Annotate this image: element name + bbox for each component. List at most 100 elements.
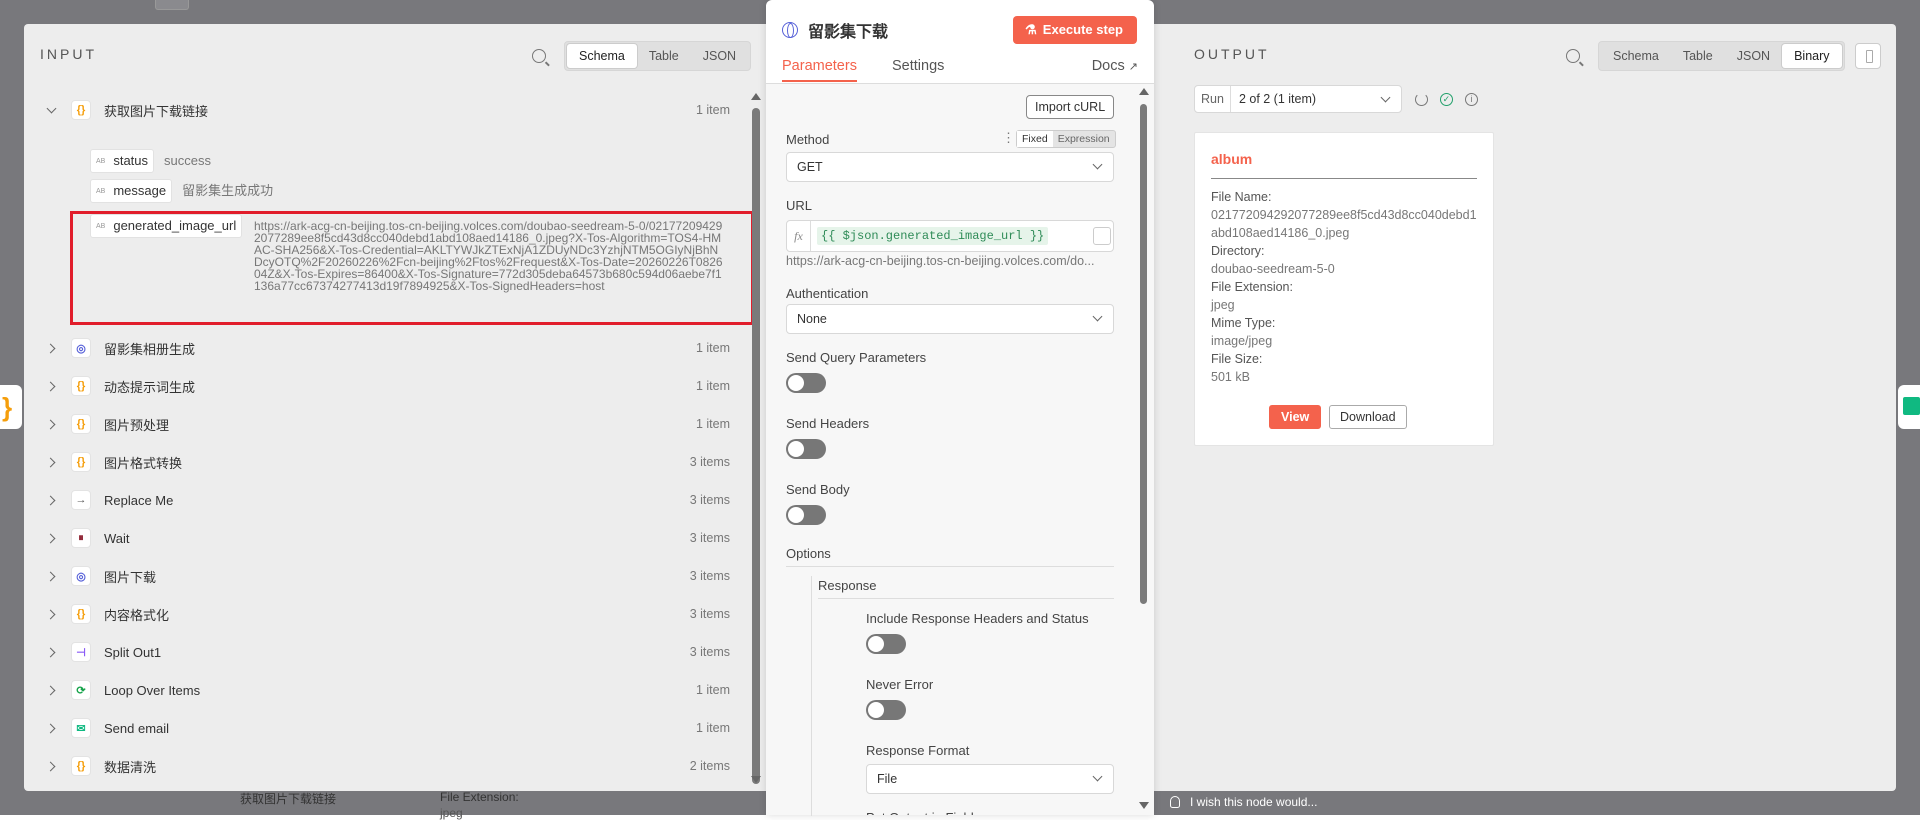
chevron-right-icon[interactable] [46, 647, 56, 657]
node-title[interactable]: 留影集下载 [808, 18, 888, 42]
send-body-label: Send Body [786, 482, 850, 497]
chevron-right-icon[interactable] [46, 571, 56, 581]
input-scrollbar[interactable] [752, 108, 760, 784]
chevron-right-icon[interactable] [46, 457, 56, 467]
execute-step-button[interactable]: ⚗ Execute step [1013, 16, 1137, 44]
never-error-toggle[interactable] [866, 700, 906, 720]
output-tab-schema[interactable]: Schema [1601, 44, 1671, 68]
expand-editor-icon[interactable] [1093, 227, 1111, 245]
node-name: 图片格式转换 [104, 455, 183, 471]
directory-label: Directory: [1211, 244, 1265, 258]
file-size-value: 501 kB [1211, 370, 1250, 384]
tree-node[interactable]: {} 图片预处理 1 item [24, 405, 752, 443]
field-value: 留影集生成成功 [182, 183, 274, 198]
refresh-icon[interactable] [1414, 92, 1428, 106]
file-metadata: File Name: 021772094292077289ee8f5cd43d8… [1211, 188, 1481, 386]
send-body-toggle[interactable] [786, 505, 826, 525]
field-key: AB message [90, 179, 173, 203]
run-selector[interactable]: Run 2 of 2 (1 item) [1194, 85, 1402, 113]
scroll-down-arrow[interactable] [751, 776, 761, 783]
tab-parameters[interactable]: Parameters [782, 58, 857, 82]
tree-node-expanded[interactable]: {} 获取图片下载链接 1 item [24, 91, 752, 129]
url-expression-input[interactable]: fx {{ $json.generated_image_url }} [786, 220, 1114, 252]
include-headers-toggle[interactable] [866, 634, 906, 654]
tree-node[interactable]: ◎ 图片下载 3 items [24, 557, 752, 595]
background-email-node-icon[interactable] [1898, 385, 1920, 429]
output-content: Run 2 of 2 (1 item) ✓ i album File Name:… [1194, 24, 1494, 791]
input-tab-json[interactable]: JSON [691, 44, 748, 68]
chevron-right-icon[interactable] [46, 685, 56, 695]
chevron-down-icon [1092, 159, 1103, 170]
chevron-right-icon[interactable] [46, 609, 56, 619]
run-selector-bar: Run 2 of 2 (1 item) ✓ i [1194, 85, 1478, 113]
tree-node[interactable]: {} 内容格式化 3 items [24, 595, 752, 633]
chevron-right-icon[interactable] [46, 495, 56, 505]
chevron-right-icon[interactable] [46, 419, 56, 429]
tree-node[interactable]: ◎ 留影集相册生成 1 item [24, 329, 752, 367]
file-extension-value: jpeg [1211, 298, 1235, 312]
mode-fixed[interactable]: Fixed [1017, 131, 1053, 147]
external-link-icon: ↗ [1128, 61, 1138, 73]
success-check-icon: ✓ [1439, 92, 1453, 106]
send-headers-toggle[interactable] [786, 439, 826, 459]
tree-node[interactable]: → Replace Me 3 items [24, 481, 752, 519]
chevron-right-icon[interactable] [46, 343, 56, 353]
chevron-right-icon[interactable] [46, 381, 56, 391]
pause-icon: ⏸ [71, 528, 91, 548]
docs-link[interactable]: Docs ↗ [1092, 58, 1138, 74]
pin-icon[interactable] [1854, 43, 1881, 69]
tree-node[interactable]: ✉ Send email 1 item [24, 709, 752, 747]
tree-node[interactable]: ⏸ Wait 3 items [24, 519, 752, 557]
tree-node[interactable]: ⊣ Split Out1 3 items [24, 633, 752, 671]
background-field-value: jpeg [440, 806, 463, 820]
run-value: 2 of 2 (1 item) [1231, 86, 1401, 112]
method-select[interactable]: GET [786, 152, 1114, 182]
string-type-icon: AB [96, 158, 106, 165]
wish-feedback-link[interactable]: I wish this node would... [1170, 795, 1317, 809]
output-tab-table[interactable]: Table [1671, 44, 1725, 68]
import-curl-button[interactable]: Import cURL [1026, 95, 1115, 119]
send-query-toggle[interactable] [786, 373, 826, 393]
mode-expression[interactable]: Expression [1053, 131, 1115, 147]
scroll-down-arrow[interactable] [1139, 802, 1149, 809]
chevron-right-icon[interactable] [46, 723, 56, 733]
input-tab-table[interactable]: Table [637, 44, 691, 68]
tab-settings[interactable]: Settings [892, 58, 944, 74]
view-button[interactable]: View [1269, 405, 1322, 429]
tree-node[interactable]: {} 数据清洗 2 items [24, 747, 752, 785]
output-tab-json[interactable]: JSON [1725, 44, 1782, 68]
scroll-up-arrow[interactable] [1139, 88, 1149, 95]
tree-node[interactable]: ⊣Split Out2 items [24, 785, 752, 786]
input-panel: INPUT Schema Table JSON {} 获取图片下载链接 1 it… [24, 24, 770, 791]
run-label: Run [1195, 86, 1231, 112]
chevron-down-icon[interactable] [46, 105, 56, 115]
response-format-select[interactable]: File [866, 764, 1114, 794]
chevron-right-icon[interactable] [46, 533, 56, 543]
parameters-body: Import cURL Method ⋮ Fixed Expression GE… [766, 84, 1154, 816]
file-name-value: 021772094292077289ee8f5cd43d8cc040debd1a… [1211, 208, 1477, 240]
tree-node[interactable]: ⟳ Loop Over Items 1 item [24, 671, 752, 709]
tree-node[interactable]: {} 图片格式转换 3 items [24, 443, 752, 481]
node-name: 图片预处理 [104, 417, 170, 433]
url-expression: {{ $json.generated_image_url }} [817, 227, 1049, 245]
download-button[interactable]: Download [1329, 405, 1407, 429]
search-icon[interactable] [532, 49, 546, 63]
search-icon[interactable] [1566, 49, 1580, 63]
card-divider [1211, 178, 1477, 179]
file-name-label: File Name: [1211, 190, 1272, 204]
input-toolbar: Schema Table JSON [532, 41, 752, 71]
more-options-icon[interactable]: ⋮ [1002, 130, 1015, 146]
node-name: Send email [104, 720, 170, 736]
chevron-right-icon[interactable] [46, 761, 56, 771]
info-icon[interactable]: i [1464, 92, 1478, 106]
input-panel-title: INPUT [40, 46, 97, 62]
parameters-scrollbar[interactable] [1140, 104, 1147, 604]
node-item-count: 1 item [695, 341, 730, 355]
scroll-up-arrow[interactable] [751, 93, 761, 100]
authentication-select[interactable]: None [786, 304, 1114, 334]
tree-node[interactable]: {} 动态提示词生成 1 item [24, 367, 752, 405]
input-view-tabs: Schema Table JSON [564, 41, 752, 71]
input-tab-schema[interactable]: Schema [567, 44, 637, 68]
output-tab-binary[interactable]: Binary [1782, 44, 1842, 68]
background-code-node-icon[interactable]: } [0, 385, 22, 429]
